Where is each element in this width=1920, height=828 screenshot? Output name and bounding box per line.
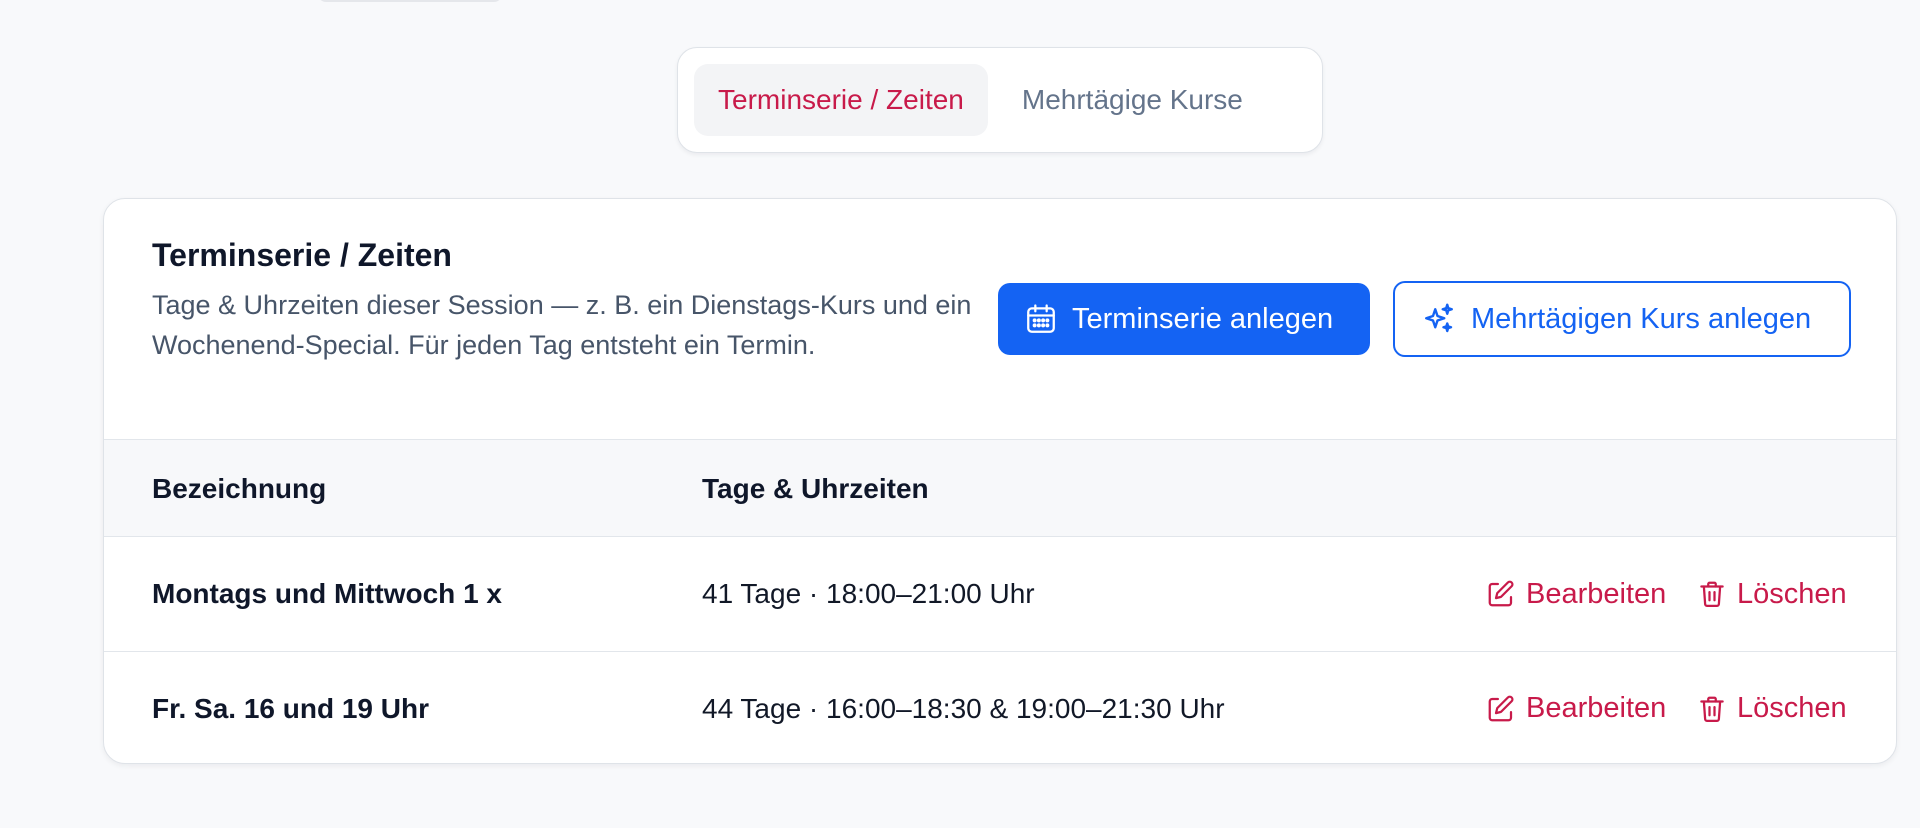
delete-button[interactable]: Löschen xyxy=(1697,652,1847,763)
create-multiday-course-button[interactable]: Mehrtägigen Kurs anlegen xyxy=(1393,281,1851,357)
column-header-bezeichnung: Bezeichnung xyxy=(152,473,327,504)
edit-label: Bearbeiten xyxy=(1526,577,1667,610)
edit-icon xyxy=(1488,580,1514,607)
edit-button[interactable]: Bearbeiten xyxy=(1486,537,1666,651)
create-series-label: Terminserie anlegen xyxy=(1072,302,1334,335)
delete-label: Löschen xyxy=(1737,692,1847,724)
tab-mehrtaegige-kurse[interactable]: Mehrtägige Kurse xyxy=(998,64,1267,136)
table-row: Fr. Sa. 16 und 19 Uhr 44 Tage · 16:00–18… xyxy=(104,651,1896,763)
card-title: Terminserie / Zeiten xyxy=(152,237,452,273)
table-header: Bezeichnung Tage & Uhrzeiten xyxy=(104,439,1896,537)
card-description: Tage & Uhrzeiten dieser Session — z. B. … xyxy=(152,290,972,360)
edit-icon xyxy=(1488,695,1514,721)
row-name: Fr. Sa. 16 und 19 Uhr xyxy=(152,692,429,724)
calendar-icon xyxy=(1027,304,1055,333)
create-multiday-course-label: Mehrtägigen Kurs anlegen xyxy=(1471,302,1812,335)
table-row: Montags und Mittwoch 1 x 41 Tage · 18:00… xyxy=(104,537,1896,651)
top-partial-element xyxy=(318,0,502,2)
card-header: Terminserie / Zeiten Tage & Uhrzeiten di… xyxy=(104,199,1896,439)
trash-icon xyxy=(1700,581,1724,607)
delete-button[interactable]: Löschen xyxy=(1697,537,1847,651)
create-series-button[interactable]: Terminserie anlegen xyxy=(998,283,1370,355)
edit-button[interactable]: Bearbeiten xyxy=(1486,652,1667,763)
sparkles-icon xyxy=(1425,303,1453,333)
column-header-tage-uhrzeiten: Tage & Uhrzeiten xyxy=(702,473,929,504)
row-times: 41 Tage · 18:00–21:00 Uhr xyxy=(702,578,1035,609)
row-name: Montags und Mittwoch 1 x xyxy=(152,578,502,609)
trash-icon xyxy=(1700,696,1724,722)
tab-switcher: Terminserie / Zeiten Mehrtägige Kurse xyxy=(677,47,1323,153)
edit-label: Bearbeiten xyxy=(1526,692,1667,724)
delete-label: Löschen xyxy=(1737,577,1847,610)
row-times: 44 Tage · 16:00–18:30 & 19:00–21:30 Uhr xyxy=(702,692,1225,724)
terminserie-card: Terminserie / Zeiten Tage & Uhrzeiten di… xyxy=(103,198,1897,764)
tab-terminserie[interactable]: Terminserie / Zeiten xyxy=(694,64,988,136)
